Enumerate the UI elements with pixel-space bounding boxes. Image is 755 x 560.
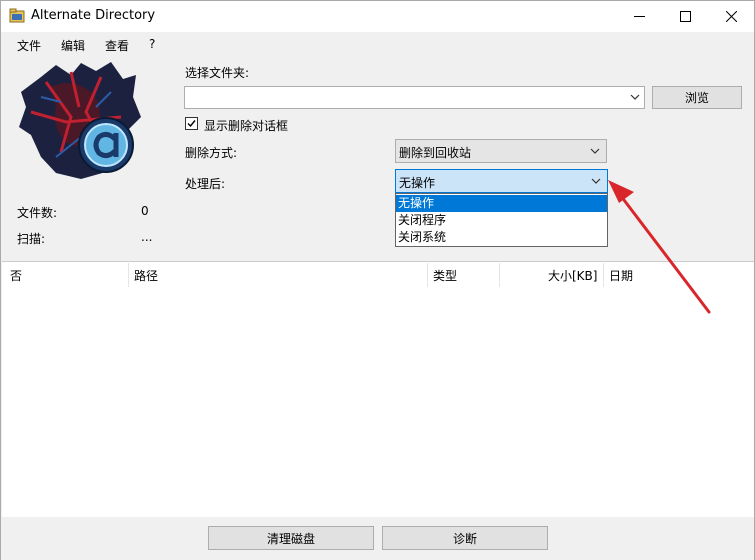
menu-bar: 文件 编辑 查看 ? <box>1 32 754 56</box>
delete-method-value: 删除到回收站 <box>399 146 472 160</box>
column-header-type[interactable]: 类型 <box>433 262 457 288</box>
bottom-bar: 清理磁盘 诊断 <box>1 518 754 560</box>
column-divider[interactable] <box>128 263 129 287</box>
column-divider[interactable] <box>427 263 428 287</box>
window-title: Alternate Directory <box>31 8 156 23</box>
file-count-label: 文件数: <box>17 206 58 220</box>
clean-disk-button[interactable]: 清理磁盘 <box>208 526 374 550</box>
folder-label: 选择文件夹: <box>185 66 250 80</box>
maximize-button[interactable] <box>662 1 708 32</box>
column-header-size[interactable]: 大小[KB] <box>548 262 597 288</box>
close-icon <box>725 11 737 22</box>
menu-help[interactable]: ? <box>149 37 155 51</box>
after-option-close-program[interactable]: 关闭程序 <box>396 212 607 229</box>
results-list[interactable]: 否 路径 类型 大小[KB] 日期 <box>2 261 754 517</box>
menu-file[interactable]: 文件 <box>17 37 41 54</box>
file-count-value: 0 <box>141 204 149 218</box>
chevron-down-icon <box>590 148 600 154</box>
menu-edit[interactable]: 编辑 <box>61 37 85 54</box>
column-header-date[interactable]: 日期 <box>609 262 633 288</box>
column-divider[interactable] <box>499 263 500 287</box>
app-window: Alternate Directory 文件 编辑 查看 ? 选择文件夹: 浏览 <box>0 0 755 560</box>
scan-label: 扫描: <box>17 232 46 246</box>
chevron-down-icon <box>630 94 640 100</box>
show-delete-dialog-label: 显示删除对话框 <box>204 119 289 133</box>
show-delete-dialog-checkbox[interactable] <box>185 117 198 130</box>
chevron-down-icon <box>591 178 601 184</box>
after-action-dropdown: 无操作 关闭程序 关闭系统 <box>395 193 608 247</box>
column-header-no[interactable]: 否 <box>10 262 22 288</box>
title-bar: Alternate Directory <box>1 1 754 32</box>
minimize-icon <box>633 16 645 17</box>
browse-button[interactable]: 浏览 <box>652 86 742 109</box>
column-header-path[interactable]: 路径 <box>134 262 158 288</box>
maximize-icon <box>679 11 691 22</box>
after-action-value: 无操作 <box>399 176 436 190</box>
delete-method-label: 删除方式: <box>185 146 238 160</box>
column-divider[interactable] <box>603 263 604 287</box>
diagnose-button[interactable]: 诊断 <box>382 526 548 550</box>
menu-view[interactable]: 查看 <box>105 37 129 54</box>
checkmark-icon <box>187 120 196 128</box>
minimize-button[interactable] <box>616 1 662 32</box>
app-logo <box>19 62 141 179</box>
after-action-select[interactable]: 无操作 <box>395 169 608 193</box>
delete-method-select[interactable]: 删除到回收站 <box>395 139 607 163</box>
app-folder-icon <box>9 8 25 23</box>
after-option-none[interactable]: 无操作 <box>396 195 607 212</box>
scan-value: ... <box>141 230 153 244</box>
after-option-shutdown[interactable]: 关闭系统 <box>396 229 607 246</box>
after-action-label: 处理后: <box>185 177 226 191</box>
close-button[interactable] <box>708 1 754 32</box>
folder-path-combobox[interactable] <box>184 86 645 109</box>
